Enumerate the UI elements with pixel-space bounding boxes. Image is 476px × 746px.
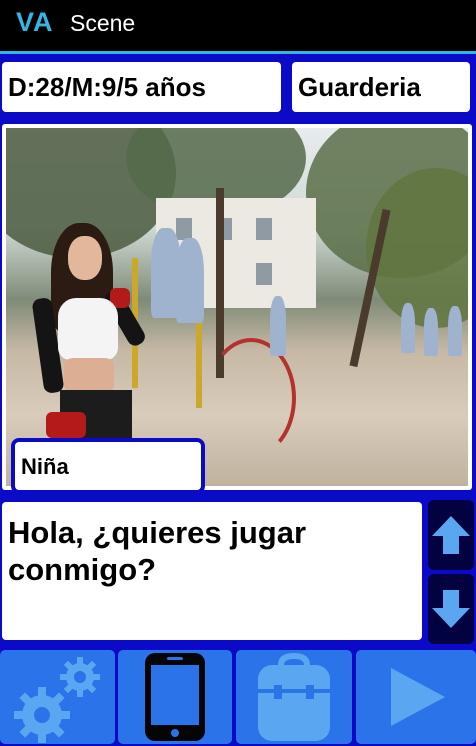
app-title: Scene: [70, 10, 136, 36]
scroll-down-button[interactable]: [428, 574, 474, 644]
arrow-down-icon: [432, 590, 470, 628]
child-figure: [424, 308, 438, 356]
backpack-icon: [258, 653, 330, 741]
arrow-up-icon: [432, 516, 470, 554]
place-field: Guarderia: [292, 62, 470, 112]
character-glove: [46, 412, 86, 438]
speaker-name: Niña: [15, 442, 201, 490]
gears-icon: [13, 657, 100, 743]
child-figure: [448, 306, 462, 356]
scene-image: [6, 128, 468, 486]
character-face: [68, 236, 102, 280]
smartphone-icon: [145, 653, 205, 741]
speaker-name-box: Niña: [11, 438, 205, 494]
settings-button[interactable]: [0, 650, 115, 744]
date-age-field: D:28/M:9/5 años: [2, 62, 281, 112]
play-icon: [391, 668, 445, 726]
app-logo: VA: [16, 7, 54, 37]
character-belly: [64, 358, 114, 392]
child-figure: [176, 238, 204, 323]
phone-button[interactable]: [118, 650, 232, 744]
playground-rail: [206, 338, 296, 458]
backpack-button[interactable]: [236, 650, 352, 744]
child-figure: [270, 296, 286, 356]
scroll-up-button[interactable]: [428, 500, 474, 570]
child-figure: [401, 303, 415, 353]
action-bar: VA Scene: [0, 0, 476, 54]
dialog-text: Hola, ¿quieres jugar conmigo?: [2, 502, 422, 640]
play-button[interactable]: [356, 650, 476, 744]
character-top: [58, 298, 118, 360]
scene-frame: [2, 124, 472, 490]
